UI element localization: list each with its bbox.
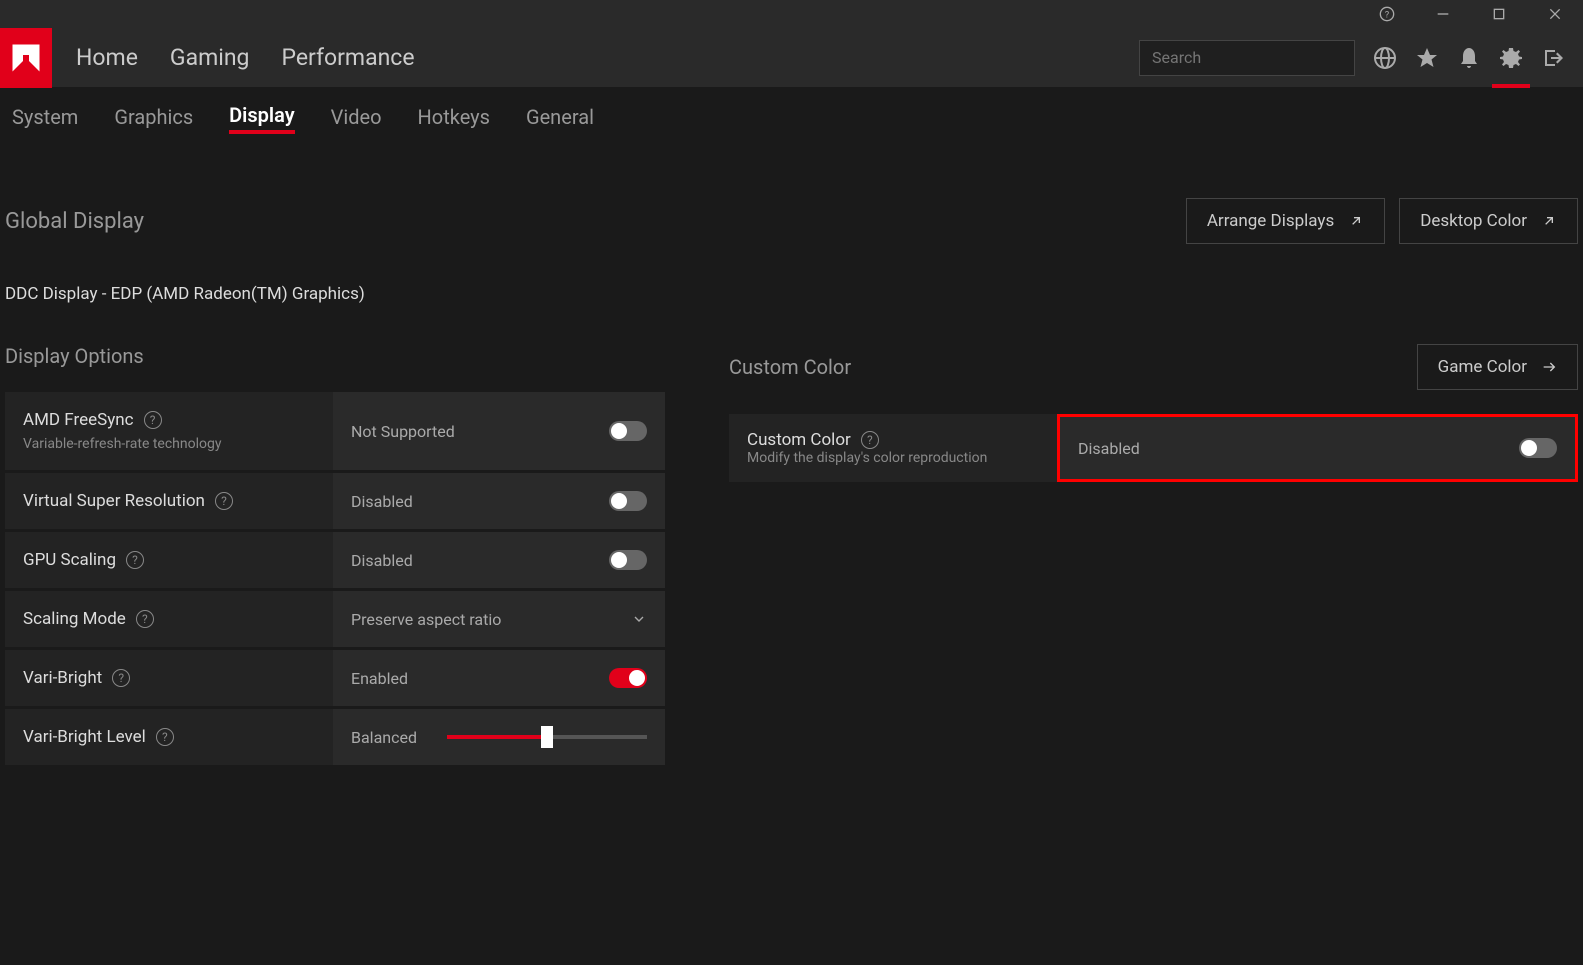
vari-bright-level-slider[interactable] xyxy=(447,735,647,739)
help-icon[interactable]: ? xyxy=(861,431,879,449)
scaling-mode-label: Scaling Mode xyxy=(23,609,126,629)
external-link-icon xyxy=(1348,213,1364,229)
amd-logo[interactable] xyxy=(0,28,52,88)
custom-color-desc: Modify the display's color reproduction xyxy=(747,450,1039,466)
globe-icon[interactable] xyxy=(1373,46,1397,70)
maximize-icon xyxy=(1491,6,1507,22)
setting-vari-bright-level: Vari-Bright Level ? Balanced xyxy=(5,709,665,765)
minimize-button[interactable] xyxy=(1423,0,1463,28)
gpu-scaling-label: GPU Scaling xyxy=(23,550,116,570)
section-header: Global Display Arrange Displays Desktop … xyxy=(0,148,1583,268)
help-icon[interactable]: ? xyxy=(156,728,174,746)
vari-bright-level-label: Vari-Bright Level xyxy=(23,727,146,747)
tab-display[interactable]: Display xyxy=(229,103,294,134)
amd-logo-icon xyxy=(8,40,44,76)
setting-freesync: AMD FreeSync ? Variable-refresh-rate tec… xyxy=(5,392,665,470)
custom-color-control-highlighted: Disabled xyxy=(1057,414,1578,482)
vari-bright-value: Enabled xyxy=(351,669,408,688)
svg-text:?: ? xyxy=(1385,9,1390,20)
tab-general[interactable]: General xyxy=(526,105,594,132)
subnav: System Graphics Display Video Hotkeys Ge… xyxy=(0,88,1583,148)
search-input[interactable] xyxy=(1152,48,1355,67)
search-box[interactable] xyxy=(1139,40,1355,76)
nav-main: Home Gaming Performance xyxy=(76,44,415,71)
nav-home[interactable]: Home xyxy=(76,44,138,71)
close-button[interactable] xyxy=(1535,0,1575,28)
display-device-name: DDC Display - EDP (AMD Radeon(TM) Graphi… xyxy=(0,268,1583,344)
custom-color-value: Disabled xyxy=(1078,439,1140,458)
arrange-displays-label: Arrange Displays xyxy=(1207,211,1334,231)
slider-thumb[interactable] xyxy=(541,726,553,748)
gpu-scaling-value: Disabled xyxy=(351,551,413,570)
vsr-toggle[interactable] xyxy=(609,491,647,511)
help-button[interactable]: ? xyxy=(1367,0,1407,28)
help-icon[interactable]: ? xyxy=(136,610,154,628)
bell-icon[interactable] xyxy=(1457,46,1481,70)
help-icon[interactable]: ? xyxy=(126,551,144,569)
custom-color-title: Custom Color xyxy=(729,355,851,379)
custom-color-column: Custom Color Game Color Custom Color ? M… xyxy=(729,344,1578,768)
freesync-desc: Variable-refresh-rate technology xyxy=(23,436,315,452)
slider-fill xyxy=(447,735,547,739)
arrange-displays-button[interactable]: Arrange Displays xyxy=(1186,198,1385,244)
settings-button[interactable] xyxy=(1499,46,1523,70)
vari-bright-level-value: Balanced xyxy=(351,728,417,747)
game-color-button[interactable]: Game Color xyxy=(1417,344,1578,390)
scaling-mode-value: Preserve aspect ratio xyxy=(351,610,501,629)
display-options-column: Display Options AMD FreeSync ? Variable-… xyxy=(5,344,665,768)
setting-custom-color: Custom Color ? Modify the display's colo… xyxy=(729,414,1578,482)
tab-video[interactable]: Video xyxy=(331,105,382,132)
titlebar: ? xyxy=(0,0,1583,28)
vari-bright-label: Vari-Bright xyxy=(23,668,102,688)
section-title: Global Display xyxy=(5,209,144,234)
minimize-icon xyxy=(1435,6,1451,22)
header: Home Gaming Performance xyxy=(0,28,1583,88)
columns: Display Options AMD FreeSync ? Variable-… xyxy=(0,344,1583,768)
gear-icon xyxy=(1499,46,1523,70)
desktop-color-label: Desktop Color xyxy=(1420,211,1527,231)
help-icon[interactable]: ? xyxy=(112,669,130,687)
display-options-title: Display Options xyxy=(5,344,144,368)
game-color-label: Game Color xyxy=(1438,357,1527,377)
header-right xyxy=(1139,40,1583,76)
vsr-value: Disabled xyxy=(351,492,413,511)
freesync-toggle[interactable] xyxy=(609,421,647,441)
vsr-label: Virtual Super Resolution xyxy=(23,491,205,511)
vari-bright-toggle[interactable] xyxy=(609,668,647,688)
tab-graphics[interactable]: Graphics xyxy=(114,105,193,132)
custom-color-toggle[interactable] xyxy=(1519,438,1557,458)
setting-vsr: Virtual Super Resolution ? Disabled xyxy=(5,473,665,529)
desktop-color-button[interactable]: Desktop Color xyxy=(1399,198,1578,244)
settings-active-indicator xyxy=(1492,84,1530,88)
maximize-button[interactable] xyxy=(1479,0,1519,28)
setting-vari-bright: Vari-Bright ? Enabled xyxy=(5,650,665,706)
setting-gpu-scaling: GPU Scaling ? Disabled xyxy=(5,532,665,588)
tab-system[interactable]: System xyxy=(12,105,78,132)
tab-hotkeys[interactable]: Hotkeys xyxy=(418,105,490,132)
nav-gaming[interactable]: Gaming xyxy=(170,44,250,71)
gpu-scaling-toggle[interactable] xyxy=(609,550,647,570)
freesync-label: AMD FreeSync xyxy=(23,410,134,430)
help-icon[interactable]: ? xyxy=(144,411,162,429)
close-icon xyxy=(1547,6,1563,22)
content: Global Display Arrange Displays Desktop … xyxy=(0,148,1583,768)
chevron-down-icon xyxy=(631,611,647,627)
setting-scaling-mode: Scaling Mode ? Preserve aspect ratio xyxy=(5,591,665,647)
section-actions: Arrange Displays Desktop Color xyxy=(1186,198,1578,244)
nav-performance[interactable]: Performance xyxy=(281,44,414,71)
arrow-right-icon xyxy=(1541,359,1557,375)
freesync-value: Not Supported xyxy=(351,422,455,441)
scaling-mode-dropdown[interactable]: Preserve aspect ratio xyxy=(333,591,665,647)
external-link-icon xyxy=(1541,213,1557,229)
custom-color-label: Custom Color xyxy=(747,430,851,450)
help-icon: ? xyxy=(1379,6,1395,22)
exit-icon[interactable] xyxy=(1541,46,1565,70)
help-icon[interactable]: ? xyxy=(215,492,233,510)
star-icon[interactable] xyxy=(1415,46,1439,70)
